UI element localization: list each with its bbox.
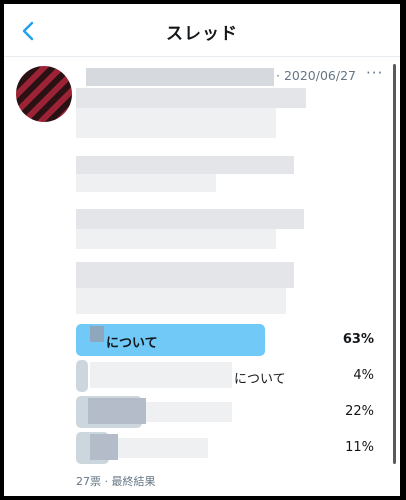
redacted-text-line bbox=[76, 156, 294, 174]
poll-option-3: 22% bbox=[76, 396, 376, 428]
redacted-text-line bbox=[76, 229, 276, 249]
poll-bar bbox=[76, 324, 265, 356]
redacted-text-line bbox=[76, 88, 306, 108]
redacted-option-text bbox=[90, 362, 232, 388]
poll-option-1: について 63% bbox=[76, 324, 376, 356]
thread-screen: スレッド · 2020/06/27 ··· について 63% について 4% 2… bbox=[4, 4, 400, 496]
redacted-text-line bbox=[76, 288, 286, 314]
redacted-text-line bbox=[76, 209, 304, 229]
poll-option-percent: 22% bbox=[345, 404, 374, 419]
poll-option-2: について 4% bbox=[76, 360, 376, 392]
redacted-option-text bbox=[88, 398, 146, 424]
poll-footer: 27票 · 最終結果 bbox=[76, 475, 156, 488]
poll-option-percent: 11% bbox=[345, 440, 374, 455]
redacted-username bbox=[86, 68, 274, 86]
poll-bar bbox=[76, 360, 88, 392]
avatar[interactable] bbox=[16, 66, 72, 122]
redacted-text-line bbox=[76, 262, 294, 288]
redacted-text-line bbox=[76, 108, 276, 138]
poll-option-label: について bbox=[234, 372, 286, 387]
redacted-option-text bbox=[90, 326, 104, 342]
page-title: スレッド bbox=[166, 24, 238, 44]
redacted-option-text bbox=[90, 434, 118, 460]
redacted-option-text bbox=[146, 402, 232, 422]
poll-option-percent: 63% bbox=[342, 332, 374, 347]
redacted-text-line bbox=[76, 174, 216, 192]
more-options-icon[interactable]: ··· bbox=[366, 64, 383, 82]
poll-option-label: について bbox=[106, 336, 158, 351]
poll-option-4: 11% bbox=[76, 432, 376, 464]
poll-option-percent: 4% bbox=[353, 368, 374, 383]
redacted-option-text bbox=[118, 438, 208, 458]
tweet-date: · 2020/06/27 bbox=[276, 68, 356, 83]
scrollbar[interactable] bbox=[393, 64, 396, 464]
top-bar: スレッド bbox=[4, 4, 400, 57]
